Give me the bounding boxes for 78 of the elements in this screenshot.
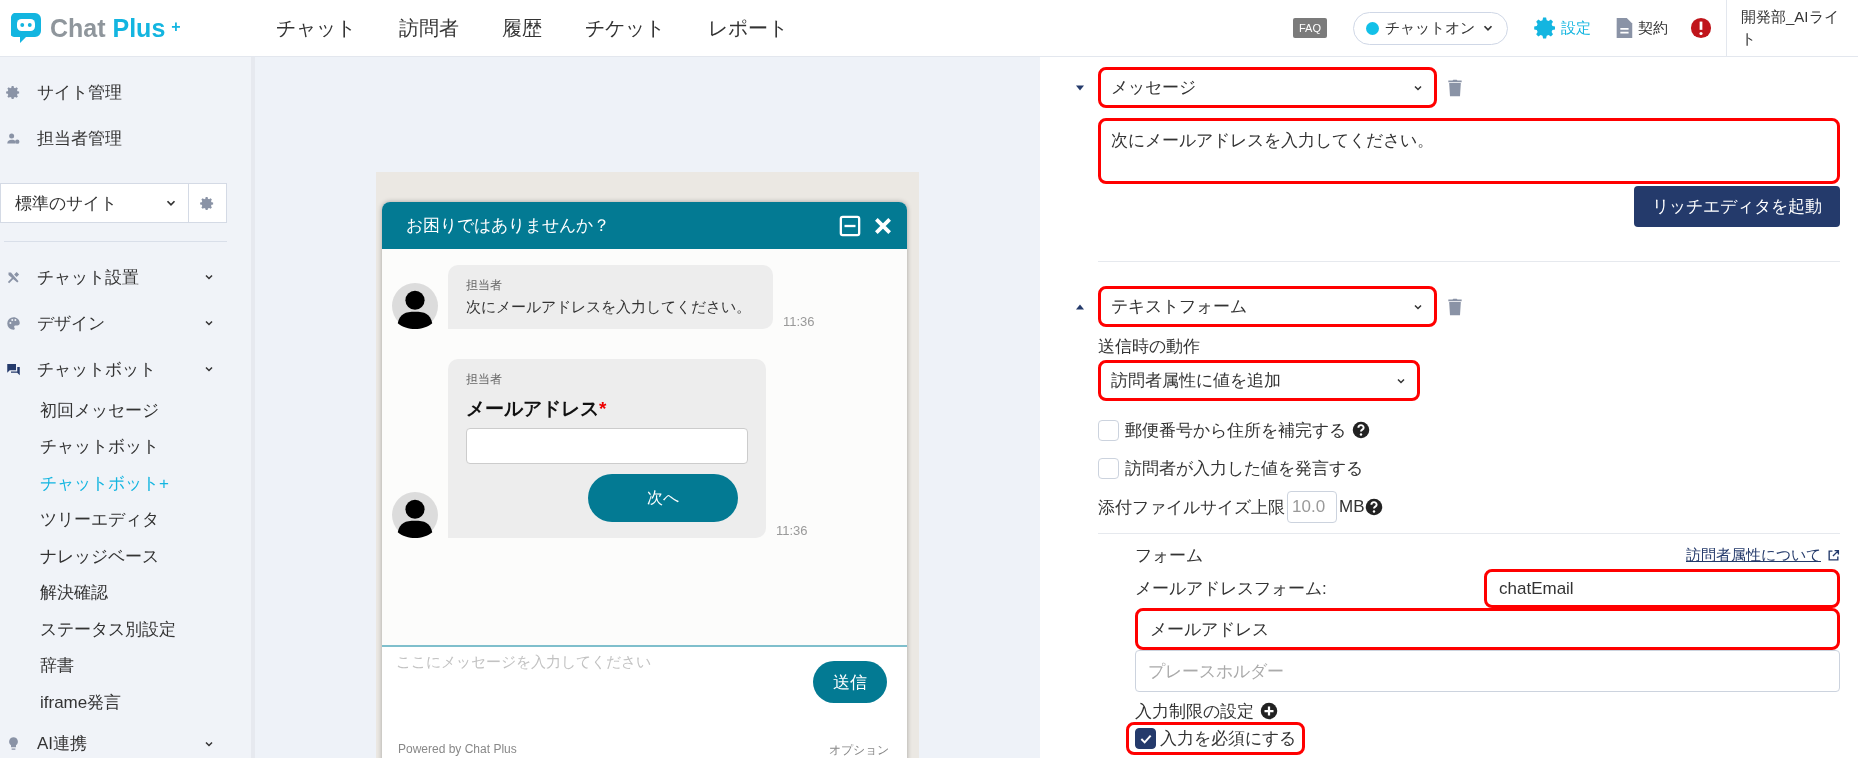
faq-button[interactable]: FAQ: [1293, 18, 1327, 38]
powered-by-text: Powered by Chat Plus: [398, 742, 517, 758]
sidebar-subitem[interactable]: ナレッジベース: [0, 538, 251, 575]
alert-icon[interactable]: [1690, 17, 1712, 39]
chat-status-dropdown[interactable]: チャットオン: [1353, 11, 1508, 45]
site-dropdown[interactable]: 標準のサイト: [0, 183, 189, 223]
nav-link[interactable]: 履歴: [502, 14, 542, 42]
external-link-icon: [1827, 549, 1840, 562]
sidebar-subitem[interactable]: ツリーエディタ: [0, 501, 251, 538]
action-dropdown[interactable]: 訪問者属性に値を追加: [1098, 360, 1420, 401]
sidebar-subitem[interactable]: 解決確認: [0, 574, 251, 611]
attribute-input-field[interactable]: chatEmail: [1484, 569, 1840, 608]
next-button[interactable]: 次へ: [588, 474, 738, 522]
lightbulb-icon: [6, 736, 21, 751]
checkbox-label: 入力を必須にする: [1160, 728, 1296, 750]
block-type-dropdown[interactable]: テキストフォーム: [1098, 286, 1437, 327]
field-label: 入力制限の設定: [1135, 700, 1254, 723]
field-label: メールアドレスフォーム:: [1135, 578, 1327, 600]
contract-link[interactable]: 契約: [1613, 16, 1668, 40]
form-label: メールアドレス*: [466, 397, 608, 421]
visitor-attribute-link[interactable]: 訪問者属性について: [1686, 546, 1840, 565]
settings-icon: [1534, 16, 1558, 40]
message-time: 11:36: [776, 523, 808, 538]
block-type-dropdown[interactable]: メッセージ: [1098, 67, 1437, 108]
trash-icon[interactable]: [1445, 77, 1465, 98]
add-icon[interactable]: [1260, 702, 1278, 720]
nav-link[interactable]: レポート: [708, 14, 788, 42]
sidebar-subitem[interactable]: チャットボット: [0, 428, 251, 465]
message-time: 11:36: [783, 314, 815, 329]
unit-label: MB: [1339, 497, 1365, 517]
minimize-icon[interactable]: [839, 214, 861, 237]
checkbox-label: 郵便番号から住所を補完する: [1125, 419, 1346, 442]
sidebar-section[interactable]: デザイン: [0, 300, 251, 346]
help-icon[interactable]: [1364, 498, 1383, 516]
site-settings-button[interactable]: [189, 183, 227, 223]
gear-icon: [200, 195, 215, 211]
palette-icon: [6, 315, 21, 331]
sidebar-subitem[interactable]: 辞書: [0, 647, 251, 684]
sidebar-section[interactable]: チャットボット: [0, 346, 251, 392]
sender-name: 担当者: [466, 371, 503, 388]
status-dot: [1366, 21, 1379, 35]
email-input-field[interactable]: [466, 428, 748, 464]
gear-icon: [6, 84, 21, 100]
field-label: 送信時の動作: [1098, 336, 1201, 358]
sidebar-item[interactable]: 担当者管理: [0, 115, 251, 161]
checkbox-label: 訪問者が入力した値を発言する: [1125, 457, 1363, 480]
sender-name: 担当者: [466, 277, 503, 294]
sidebar-subitem[interactable]: 初回メッセージ: [0, 392, 251, 429]
section-heading: フォーム: [1135, 545, 1203, 567]
sidebar-subitem[interactable]: iframe発言: [0, 684, 251, 721]
sidebar-item[interactable]: サイト管理: [0, 69, 251, 115]
chat-widget-header: お困りではありませんか？: [382, 202, 907, 249]
message-text: 次にメールアドレスを入力してください。: [466, 298, 752, 317]
nav-link[interactable]: チャット: [276, 14, 356, 42]
logo-text: Chat Plus: [50, 13, 166, 43]
avatar-silhouette-icon: [392, 492, 438, 538]
trash-icon[interactable]: [1445, 296, 1465, 317]
account-menu[interactable]: 開発部_AIライト: [1726, 0, 1858, 57]
option-link[interactable]: オプション: [829, 742, 889, 758]
tools-icon: [6, 269, 21, 285]
chat-icon: [6, 361, 21, 377]
avatar-silhouette-icon: [392, 283, 438, 329]
close-icon[interactable]: [873, 215, 893, 236]
message-textarea[interactable]: 次にメールアドレスを入力してください。: [1098, 118, 1840, 184]
chat-bubble-logo-icon: [8, 10, 44, 46]
label-input-field[interactable]: メールアドレス: [1135, 608, 1840, 650]
field-label: 添付ファイルサイズ上限: [1098, 496, 1285, 519]
message-input-field[interactable]: ここにメッセージを入力してください 送信: [382, 645, 907, 742]
sidebar-section[interactable]: チャット設置: [0, 254, 251, 300]
help-icon[interactable]: [1352, 421, 1370, 439]
logo-plus-mark: +: [171, 18, 181, 36]
sidebar-section[interactable]: AI連携: [0, 720, 251, 758]
nav-link[interactable]: 訪問者: [399, 14, 459, 42]
checkbox[interactable]: [1135, 728, 1156, 749]
sidebar-subitem[interactable]: ステータス別設定: [0, 611, 251, 648]
send-button[interactable]: 送信: [813, 661, 887, 703]
rich-editor-button[interactable]: リッチエディタを起動: [1634, 186, 1840, 227]
nav-link[interactable]: チケット: [585, 14, 665, 42]
